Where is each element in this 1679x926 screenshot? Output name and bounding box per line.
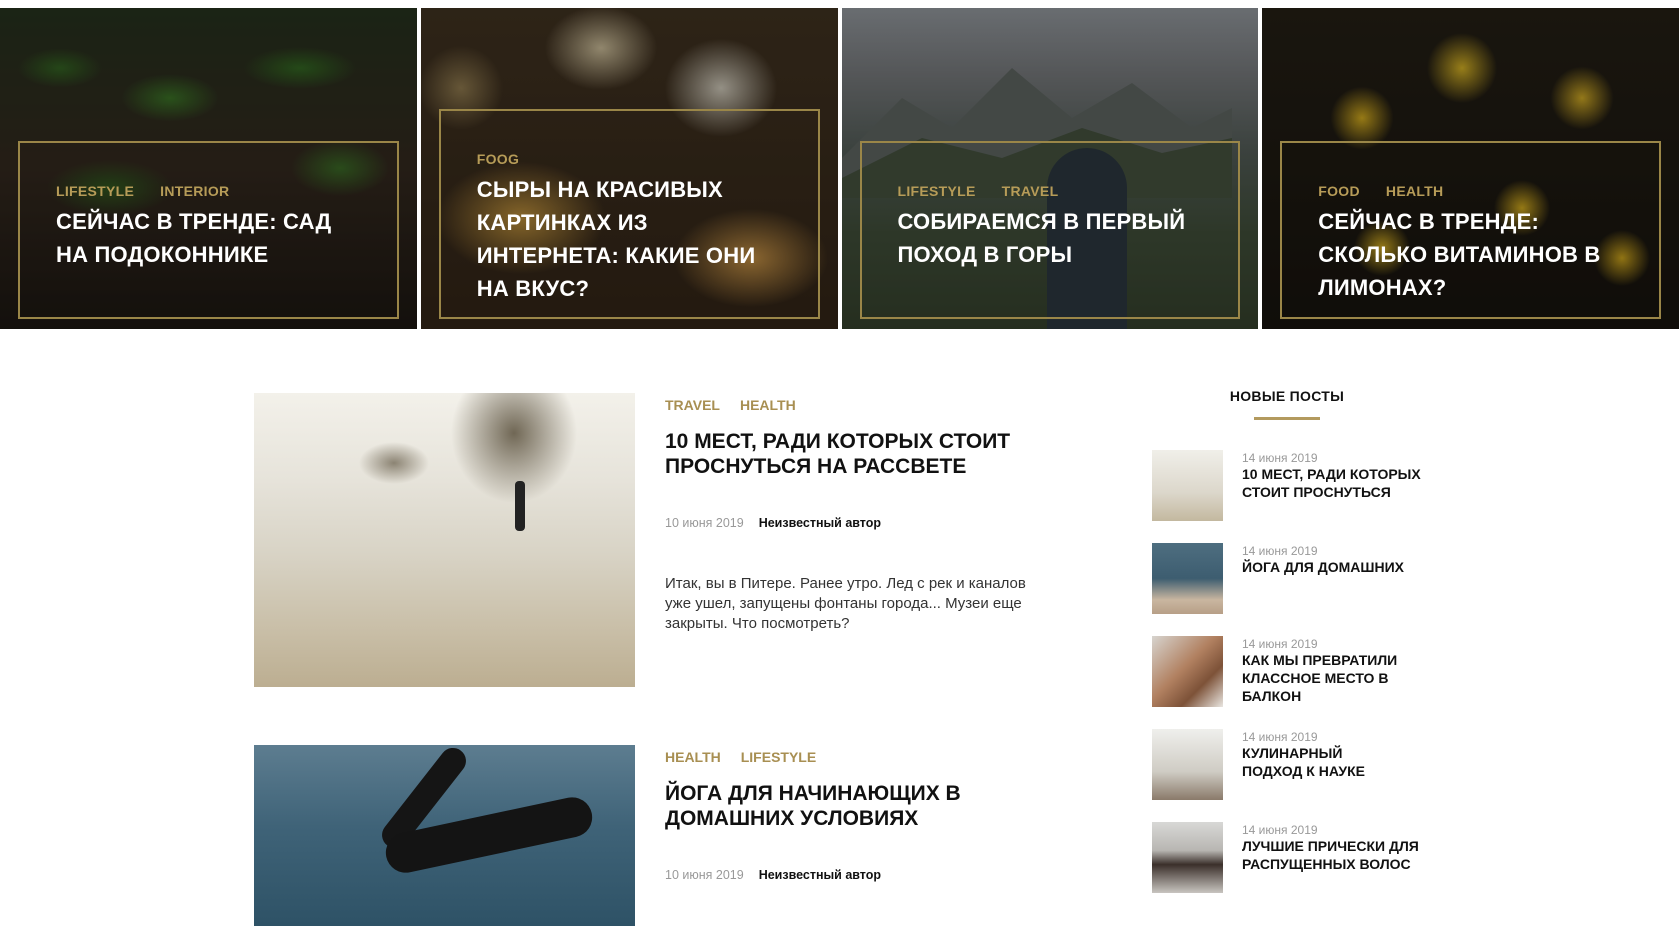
recent-post-item[interactable]: 14 июня 2019 КАК МЫ ПРЕВРАТИЛИ КЛАССНОЕ … <box>1152 636 1442 729</box>
recent-post-item[interactable]: 14 июня 2019 10 МЕСТ, РАДИ КОТОРЫХ СТОИТ… <box>1152 450 1442 543</box>
featured-post-title[interactable]: СЫРЫ НА КРАСИВЫХ КАРТИНКАХ ИЗ ИНТЕРНЕТА:… <box>477 173 782 305</box>
featured-post-frame: FOOG СЫРЫ НА КРАСИВЫХ КАРТИНКАХ ИЗ ИНТЕР… <box>438 109 820 319</box>
recent-post-item[interactable]: 14 июня 2019 ЙОГА ДЛЯ ДОМАШНИХ <box>1152 543 1442 636</box>
category-link[interactable]: FOOG <box>477 151 519 167</box>
recent-post-title[interactable]: ЙОГА ДЛЯ ДОМАШНИХ <box>1242 558 1432 576</box>
featured-post-card[interactable]: FOOG СЫРЫ НА КРАСИВЫХ КАРТИНКАХ ИЗ ИНТЕР… <box>420 8 838 329</box>
featured-post-card[interactable]: LIFESTYLE TRAVEL СОБИРАЕМСЯ В ПЕРВЫЙ ПОХ… <box>841 8 1259 329</box>
post-date: 10 июня 2019 <box>665 868 744 882</box>
post-date: 10 июня 2019 <box>665 516 744 530</box>
post-categories: TRAVEL HEALTH <box>665 397 1035 413</box>
recent-post-thumbnail <box>1152 729 1223 800</box>
featured-post-frame: LIFESTYLE TRAVEL СОБИРАЕМСЯ В ПЕРВЫЙ ПОХ… <box>859 141 1241 319</box>
sidebar-title: НОВЫЕ ПОСТЫ <box>1229 388 1345 404</box>
recent-post-date: 14 июня 2019 <box>1242 637 1318 651</box>
post-title[interactable]: 10 МЕСТ, РАДИ КОТОРЫХ СТОИТ ПРОСНУТЬСЯ Н… <box>665 429 1035 479</box>
recent-post-thumbnail <box>1152 543 1223 614</box>
recent-post-thumbnail <box>1152 822 1223 893</box>
post-card: HEALTH LIFESTYLE ЙОГА ДЛЯ НАЧИНАЮЩИХ В Д… <box>254 745 1034 926</box>
featured-post-card[interactable]: FOOD HEALTH СЕЙЧАС В ТРЕНДЕ: СКОЛЬКО ВИТ… <box>1262 8 1679 329</box>
post-image[interactable] <box>254 393 635 687</box>
featured-post-title[interactable]: СЕЙЧАС В ТРЕНДЕ: САД НА ПОДОКОННИКЕ <box>56 205 361 271</box>
beach-walker-figure <box>515 481 525 531</box>
featured-post-categories: LIFESTYLE TRAVEL <box>898 183 1203 199</box>
recent-post-thumbnail <box>1152 636 1223 707</box>
recent-post-thumbnail <box>1152 450 1223 521</box>
post-categories: HEALTH LIFESTYLE <box>665 749 1035 765</box>
recent-post-item[interactable]: 14 июня 2019 ЛУЧШИЕ ПРИЧЕСКИ ДЛЯ РАСПУЩЕ… <box>1152 822 1442 915</box>
category-link[interactable]: HEALTH <box>665 749 721 765</box>
post-image[interactable] <box>254 745 635 926</box>
recent-post-date: 14 июня 2019 <box>1242 730 1318 744</box>
category-link[interactable]: LIFESTYLE <box>898 183 976 199</box>
category-link[interactable]: FOOD <box>1318 183 1360 199</box>
recent-post-title[interactable]: КУЛИНАРНЫЙ ПОДХОД К НАУКЕ <box>1242 744 1402 780</box>
featured-post-title[interactable]: СОБИРАЕМСЯ В ПЕРВЫЙ ПОХОД В ГОРЫ <box>898 205 1203 271</box>
post-meta: 10 июня 2019 Неизвестный автор <box>665 516 1035 530</box>
post-content: TRAVEL HEALTH 10 МЕСТ, РАДИ КОТОРЫХ СТОИ… <box>665 393 1035 634</box>
post-author[interactable]: Неизвестный автор <box>759 516 881 530</box>
featured-post-categories: LIFESTYLE INTERIOR <box>56 183 361 199</box>
post-author[interactable]: Неизвестный автор <box>759 868 881 882</box>
featured-post-card[interactable]: LIFESTYLE INTERIOR СЕЙЧАС В ТРЕНДЕ: САД … <box>0 8 417 329</box>
recent-post-title[interactable]: ЛУЧШИЕ ПРИЧЕСКИ ДЛЯ РАСПУЩЕННЫХ ВОЛОС <box>1242 837 1432 873</box>
category-link[interactable]: TRAVEL <box>665 397 720 413</box>
post-title[interactable]: ЙОГА ДЛЯ НАЧИНАЮЩИХ В ДОМАШНИХ УСЛОВИЯХ <box>665 781 1035 831</box>
post-excerpt: Итак, вы в Питере. Ранее утро. Лед с рек… <box>665 575 1026 632</box>
post-meta: 10 июня 2019 Неизвестный автор <box>665 868 1035 882</box>
featured-post-title[interactable]: СЕЙЧАС В ТРЕНДЕ: СКОЛЬКО ВИТАМИНОВ В ЛИМ… <box>1318 205 1623 304</box>
category-link[interactable]: LIFESTYLE <box>741 749 816 765</box>
recent-post-item[interactable]: 14 июня 2019 КУЛИНАРНЫЙ ПОДХОД К НАУКЕ <box>1152 729 1442 822</box>
recent-post-title[interactable]: КАК МЫ ПРЕВРАТИЛИ КЛАССНОЕ МЕСТО В БАЛКО… <box>1242 651 1422 705</box>
recent-post-date: 14 июня 2019 <box>1242 544 1318 558</box>
recent-posts-list: 14 июня 2019 10 МЕСТ, РАДИ КОТОРЫХ СТОИТ… <box>1152 450 1442 915</box>
featured-post-frame: FOOD HEALTH СЕЙЧАС В ТРЕНДЕ: СКОЛЬКО ВИТ… <box>1280 141 1661 319</box>
featured-posts-strip: LIFESTYLE INTERIOR СЕЙЧАС В ТРЕНДЕ: САД … <box>0 8 1679 329</box>
featured-post-categories: FOOG <box>477 151 782 167</box>
category-link[interactable]: TRAVEL <box>1002 183 1059 199</box>
recent-post-date: 14 июня 2019 <box>1242 451 1318 465</box>
sidebar-recent-posts: НОВЫЕ ПОСТЫ 14 июня 2019 10 МЕСТ, РАДИ К… <box>1152 388 1442 915</box>
sidebar-title-underline <box>1254 417 1320 420</box>
recent-post-date: 14 июня 2019 <box>1242 823 1318 837</box>
recent-post-title[interactable]: 10 МЕСТ, РАДИ КОТОРЫХ СТОИТ ПРОСНУТЬСЯ <box>1242 465 1432 501</box>
category-link[interactable]: LIFESTYLE <box>56 183 134 199</box>
category-link[interactable]: HEALTH <box>1386 183 1444 199</box>
category-link[interactable]: HEALTH <box>740 397 796 413</box>
category-link[interactable]: INTERIOR <box>160 183 229 199</box>
post-card: TRAVEL HEALTH 10 МЕСТ, РАДИ КОТОРЫХ СТОИ… <box>254 393 1034 687</box>
featured-post-categories: FOOD HEALTH <box>1318 183 1623 199</box>
post-content: HEALTH LIFESTYLE ЙОГА ДЛЯ НАЧИНАЮЩИХ В Д… <box>665 745 1035 882</box>
featured-post-frame: LIFESTYLE INTERIOR СЕЙЧАС В ТРЕНДЕ: САД … <box>18 141 399 319</box>
